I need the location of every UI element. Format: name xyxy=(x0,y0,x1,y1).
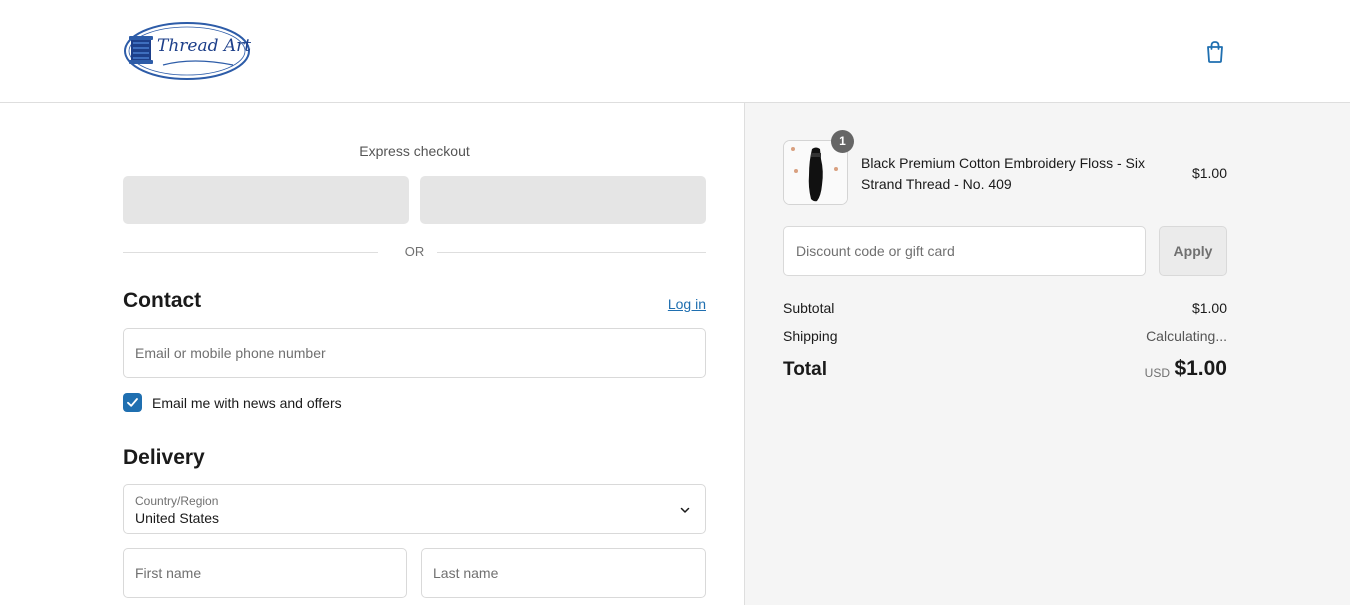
shopping-bag-icon xyxy=(1207,41,1223,63)
subtotal-label: Subtotal xyxy=(783,300,835,316)
express-pay-button-2[interactable] xyxy=(420,176,706,224)
newsletter-label: Email me with news and offers xyxy=(152,395,342,411)
quantity-badge: 1 xyxy=(831,130,854,153)
subtotal-value: $1.00 xyxy=(1191,300,1227,316)
country-select[interactable]: Country/Region United States xyxy=(123,484,706,534)
newsletter-checkbox[interactable] xyxy=(123,393,142,412)
login-link[interactable]: Log in xyxy=(640,296,706,312)
contact-title: Contact xyxy=(123,289,202,312)
or-divider: OR xyxy=(123,243,706,261)
total-label: Total xyxy=(783,359,827,380)
store-logo[interactable]: Thread Art xyxy=(123,21,251,81)
cart-button[interactable] xyxy=(1204,40,1226,64)
first-name-placeholder: First name xyxy=(135,565,202,581)
delivery-title: Delivery xyxy=(123,446,205,469)
last-name-field[interactable]: Last name xyxy=(421,548,706,598)
email-field[interactable]: Email or mobile phone number xyxy=(123,328,706,378)
total-value: $1.00 xyxy=(1174,357,1227,380)
checkout-form: Express checkout OR Contact Log in Email… xyxy=(0,103,744,605)
country-label: Country/Region xyxy=(135,494,219,508)
discount-placeholder: Discount code or gift card xyxy=(796,243,955,259)
first-name-field[interactable]: First name xyxy=(123,548,407,598)
express-checkout-title: Express checkout xyxy=(359,143,470,159)
total-currency: USD xyxy=(1144,366,1170,380)
product-price: $1.00 xyxy=(1191,165,1227,181)
product-name: Black Premium Cotton Embroidery Floss - … xyxy=(861,155,1145,192)
last-name-placeholder: Last name xyxy=(433,565,499,581)
country-value: United States xyxy=(135,510,220,526)
email-placeholder: Email or mobile phone number xyxy=(135,345,326,361)
svg-text:Thread Art: Thread Art xyxy=(157,36,251,56)
discount-code-input[interactable]: Discount code or gift card xyxy=(783,226,1146,276)
apply-discount-button[interactable]: Apply xyxy=(1159,226,1227,276)
checkout-header: Thread Art xyxy=(0,0,1350,103)
express-pay-button-1[interactable] xyxy=(123,176,409,224)
shipping-value: Calculating... xyxy=(1146,328,1227,344)
chevron-down-icon xyxy=(680,507,690,513)
check-icon xyxy=(127,398,138,407)
shipping-label: Shipping xyxy=(783,328,838,344)
order-summary: 1 Black Premium Cotton Embroidery Floss … xyxy=(744,103,1350,605)
or-label: OR xyxy=(404,244,425,259)
